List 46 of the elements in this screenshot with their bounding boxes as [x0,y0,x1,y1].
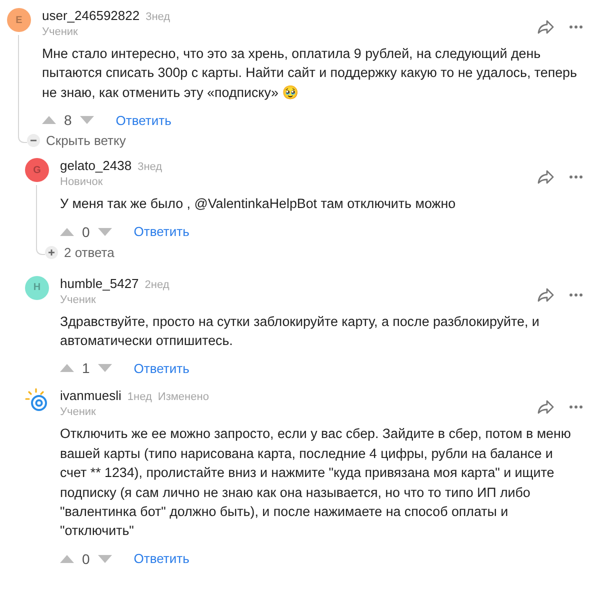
comment-text: Здравствуйте, просто на сутки заблокируйте карту, а после разблокируйте, и автоматически отпишитесь. [60,312,540,350]
vote-count: 1 [82,360,90,376]
vote-count: 8 [64,112,72,128]
user-rank: Новичок [60,176,104,190]
more-icon[interactable] [569,175,583,180]
vote-count: 0 [82,224,90,240]
post-time: 3нед [138,160,162,176]
downvote-icon[interactable] [98,228,112,236]
reply-link[interactable]: Ответить [134,224,190,240]
vote-count: 0 [82,550,90,567]
reply-link[interactable]: Ответить [134,360,190,376]
author-name[interactable]: humble_5427 [60,276,139,292]
upvote-icon[interactable] [60,364,74,372]
post-time: 2нед [144,278,170,293]
post-time: 1нед [127,390,152,406]
author-name[interactable]: user_246592822 [42,8,140,24]
reply-link[interactable]: Ответить [134,551,190,566]
user-rank: Ученик [42,26,79,39]
upvote-icon[interactable] [42,116,56,124]
share-icon[interactable] [537,399,555,416]
thread-toggle[interactable]: Скрыть ветку [27,133,126,148]
more-icon[interactable] [569,25,583,29]
user-avatar[interactable]: H [25,276,49,300]
minus-icon [27,134,40,148]
downvote-icon[interactable] [98,364,112,372]
comment-text: У меня так же было , @ValentinkaHelpBot там отключить можно [60,195,457,214]
share-icon[interactable] [537,169,555,186]
downvote-icon[interactable] [80,116,94,124]
user-rank: Ученик [60,294,97,307]
downvote-icon[interactable] [98,554,112,563]
author-name[interactable]: ivanmuesli [60,388,122,404]
author-name[interactable]: gelato_2438 [60,158,132,174]
plus-icon [45,246,58,259]
reply-link[interactable]: Ответить [116,112,172,128]
share-icon[interactable] [537,286,555,303]
post-time: 3нед [146,10,170,25]
edited-label: Изменено [158,390,209,406]
upvote-icon[interactable] [60,554,74,563]
comment-text: Мне стало интересно, что это за хрень, оплатила 9 рублей, на следующий день пытаются списать 300р с карты. Найти сайт и поддержку какую то не удалось, теперь не знаю, как отменить эту «подписку» 🥹 [42,45,578,102]
upvote-icon[interactable] [60,228,74,236]
thread-toggle[interactable]: 2 ответа [45,244,114,260]
more-icon[interactable] [569,405,583,410]
share-icon[interactable] [537,19,555,35]
more-icon[interactable] [569,292,583,297]
comment-text: Отключить же ее можно запросто, если у вас сбер. Зайдите в сбер, потом в меню вашей карты (типо нарисована карта, последние 4 цифры, рубли на балансе и счет ** 1234), пролистайте вниз и нажмите "куда привязана моя карта" и ищите подписку (я сам лично не знаю как она называется, но что то типо ИП либо "валентинка бот" должно быть), и после нажимаете на способ оплаты и "отключить" [60,425,572,540]
user-rank: Ученик [60,406,97,420]
